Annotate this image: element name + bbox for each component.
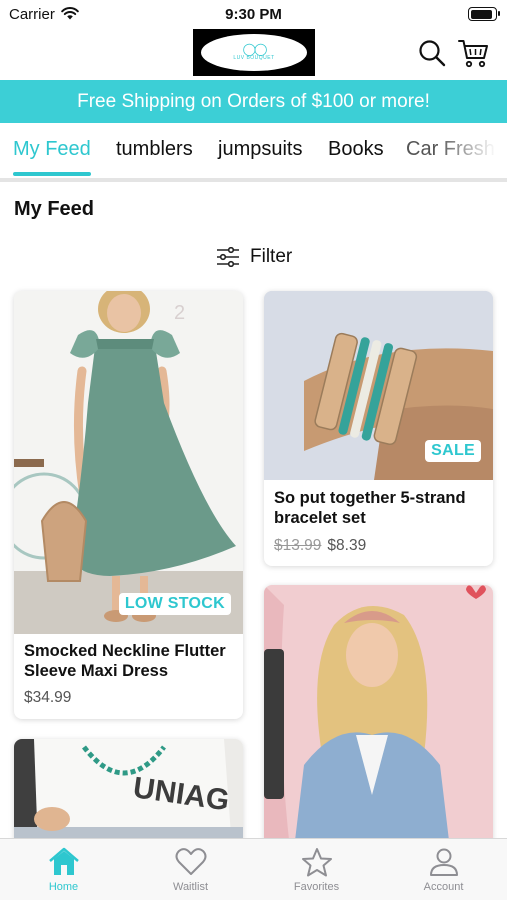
tabs-divider — [0, 178, 507, 182]
nav-waitlist-label: Waitlist — [172, 881, 209, 893]
nav-favorites[interactable]: Favorites — [253, 839, 380, 900]
sale-price: $34.99 — [24, 689, 72, 706]
product-title: Smocked Neckline Flutter Sleeve Maxi Dre… — [24, 642, 226, 680]
cart-icon[interactable] — [457, 37, 489, 69]
product-image-maxi-dress: 2 LOW STOCK — [14, 291, 243, 634]
product-price: $13.99 $8.39 — [274, 537, 366, 555]
tab-tumblers[interactable]: tumblers — [116, 138, 193, 161]
promo-banner[interactable]: Free Shipping on Orders of $100 or more! — [0, 80, 507, 123]
product-image-denim-vest — [264, 585, 493, 849]
promo-banner-text: Free Shipping on Orders of $100 or more! — [77, 90, 430, 112]
category-tabs: My Feed tumblers jumpsuits Books Car Fre… — [0, 123, 507, 181]
product-card-bracelet-set[interactable]: SALE So put together 5-strand bracelet s… — [264, 291, 493, 566]
account-icon — [429, 848, 458, 876]
nav-account-label: Account — [423, 881, 464, 893]
original-price: $13.99 — [274, 537, 322, 554]
tab-books[interactable]: Books — [328, 138, 384, 161]
clock: 9:30 PM — [225, 6, 282, 23]
app-header: ◯◯ LUV BOUQUET — [0, 28, 507, 80]
logo-text: LUV BOUQUET — [233, 55, 275, 61]
product-image-bracelet-set: SALE — [264, 291, 493, 480]
battery-icon — [468, 7, 500, 21]
active-tab-indicator — [13, 172, 91, 176]
logo-badge: ◯◯ LUV BOUQUET — [201, 34, 307, 71]
nav-home[interactable]: Home — [0, 839, 127, 900]
home-icon — [48, 847, 79, 875]
nav-account[interactable]: Account — [380, 839, 507, 900]
bottom-nav: Home Waitlist Favorites Account — [0, 838, 507, 900]
filter-button[interactable]: Filter — [216, 244, 292, 270]
product-title: So put together 5-strand bracelet set — [274, 489, 466, 527]
product-price: $34.99 — [24, 689, 71, 707]
nav-home-label: Home — [48, 881, 79, 893]
nav-waitlist[interactable]: Waitlist — [127, 839, 254, 900]
product-card-denim-vest[interactable] — [264, 585, 493, 849]
filter-label: Filter — [250, 246, 293, 267]
page-title: My Feed — [14, 198, 95, 220]
tabs-fade-overlay — [437, 123, 507, 181]
product-image-vintage-tee: UNIAG — [14, 739, 243, 849]
logo-mark-icon: ◯◯ — [242, 42, 268, 56]
product-card-maxi-dress[interactable]: 2 LOW STOCK Smocked Neckline Flutter Sle… — [14, 291, 243, 719]
tab-my-feed[interactable]: My Feed — [13, 138, 91, 161]
low-stock-badge: LOW STOCK — [118, 593, 231, 615]
nav-favorites-label: Favorites — [293, 881, 340, 893]
filter-icon — [217, 247, 239, 267]
tab-jumpsuits[interactable]: jumpsuits — [218, 138, 302, 161]
star-icon — [301, 848, 332, 877]
store-logo[interactable]: ◯◯ LUV BOUQUET — [193, 29, 315, 76]
heart-icon — [175, 848, 206, 875]
sale-price: $8.39 — [327, 537, 367, 554]
battery-level — [470, 9, 492, 19]
search-icon[interactable] — [418, 39, 446, 67]
svg-text:2: 2 — [174, 302, 185, 324]
product-card-vintage-tee[interactable]: UNIAG — [14, 739, 243, 849]
sale-badge: SALE — [425, 440, 481, 462]
status-bar: Carrier 9:30 PM — [0, 0, 507, 28]
